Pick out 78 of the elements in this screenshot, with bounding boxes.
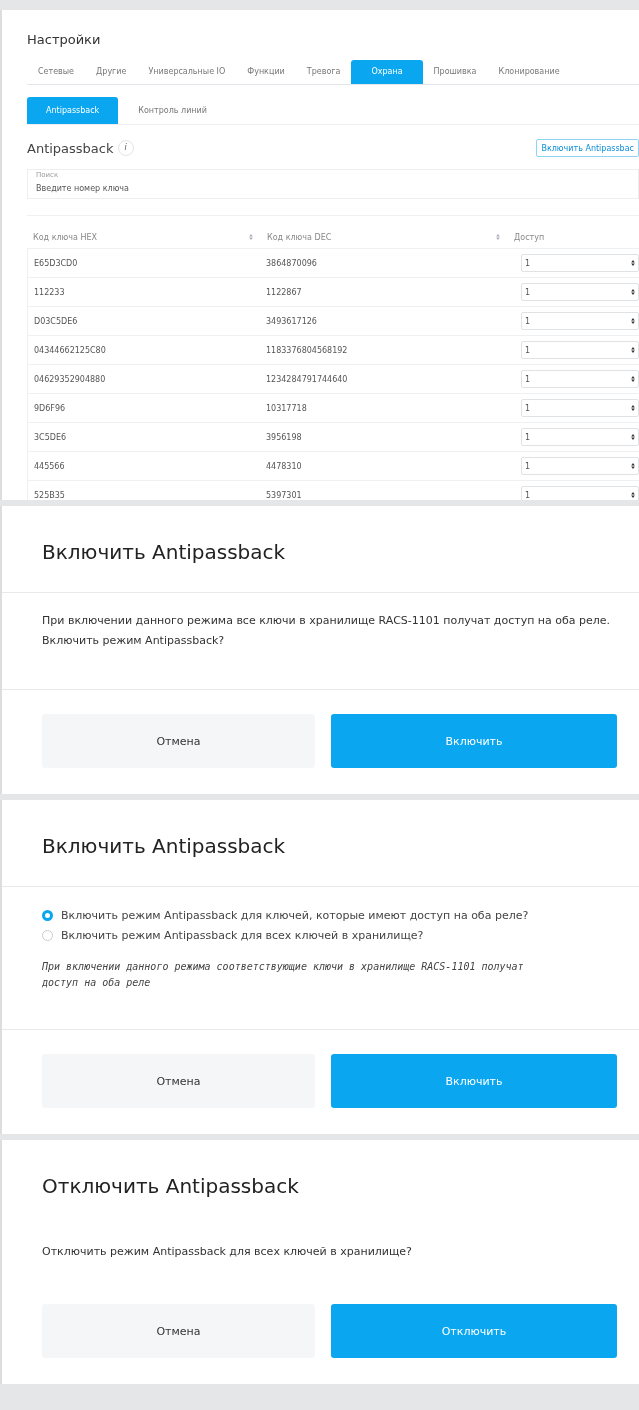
confirm-button[interactable]: Отключить <box>330 1304 617 1358</box>
table-cell-text: 1122867 <box>265 287 303 297</box>
table-cell-text: 3493617126 <box>265 316 318 326</box>
table-cell-text: 04629352904880 <box>33 374 107 384</box>
dropdown-arrows-icon <box>631 289 635 295</box>
table-cell-text: 112233 <box>33 287 66 297</box>
access-dropdown[interactable]: 1 <box>521 283 639 301</box>
dropdown-value: 1 <box>525 490 531 500</box>
dropdown-value: 1 <box>525 432 531 442</box>
page-title: Настройки <box>27 31 102 49</box>
column-header[interactable]: Доступ <box>508 232 639 242</box>
dropdown-arrows-icon <box>631 347 635 353</box>
dropdown-arrows-icon <box>631 318 635 324</box>
dropdown-value: 1 <box>525 374 531 384</box>
dropdown-arrows-icon <box>631 463 635 469</box>
tab[interactable]: Сетевые <box>27 60 86 84</box>
cancel-button[interactable]: Отмена <box>42 714 315 768</box>
dropdown-arrows-icon <box>631 405 635 411</box>
table-cell-text: 04344662125C80 <box>33 345 107 355</box>
note-text: При включении данного режима соответствующие ключи в хранилище RACS-1101 получат доступ на оба реле <box>42 960 525 990</box>
access-dropdown[interactable]: 1 <box>521 486 639 500</box>
table-cell-text: 3864870096 <box>265 258 318 268</box>
confirm-button[interactable]: Включить <box>330 1054 617 1108</box>
subtab[interactable]: Контроль линий <box>118 97 227 124</box>
table-cell-text: 1183376804568192 <box>265 345 349 355</box>
access-dropdown[interactable]: 1 <box>521 370 639 388</box>
access-dropdown[interactable]: 1 <box>521 254 639 272</box>
tab[interactable]: Другие <box>85 60 138 84</box>
dropdown-value: 1 <box>525 345 531 355</box>
option-label: Включить режим Antipassback для всех ключей в хранилище? <box>61 928 424 942</box>
table-cell-text: 445566 <box>33 461 66 471</box>
sort-icon[interactable] <box>496 234 500 240</box>
dropdown-arrows-icon <box>631 260 635 266</box>
access-dropdown[interactable]: 1 <box>521 399 639 417</box>
table-cell-text: 3956198 <box>265 432 303 442</box>
dialog-message: Отключить режим Antipassback для всех ключей в хранилище? <box>42 1244 413 1260</box>
tab[interactable]: Универсальные IO <box>137 60 237 84</box>
dropdown-arrows-icon <box>631 492 635 498</box>
sort-icon[interactable] <box>249 234 253 240</box>
access-dropdown[interactable]: 1 <box>521 312 639 330</box>
access-dropdown[interactable]: 1 <box>521 341 639 359</box>
dropdown-arrows-icon <box>631 376 635 382</box>
dialog-title: Отключить Antipassback <box>42 1173 300 1200</box>
access-dropdown[interactable]: 1 <box>521 428 639 446</box>
dialog-title: Включить Antipassback <box>42 539 287 566</box>
table-cell-text: D03C5DE6 <box>33 316 79 326</box>
dropdown-arrows-icon <box>631 434 635 440</box>
dialog-message: При включении данного режима все ключи в хранилище RACS-1101 получат доступ на оба реле. Включить режим Antipassback? <box>42 613 612 649</box>
dropdown-value: 1 <box>525 461 531 471</box>
column-header[interactable]: Код ключа HEX <box>27 232 261 242</box>
option-label: Включить режим Antipassback для ключей, которые имеют доступ на оба реле? <box>61 908 529 922</box>
table-cell-text: 1234284791744640 <box>265 374 349 384</box>
subtab[interactable]: Antipassback <box>27 97 119 124</box>
table-cell-text: E65D3CD0 <box>33 258 79 268</box>
tab[interactable]: Функции <box>236 60 296 84</box>
table-cell-text: 5397301 <box>265 490 303 500</box>
cancel-button[interactable]: Отмена <box>42 1054 315 1108</box>
tab[interactable]: Клонирование <box>487 60 571 84</box>
dialog-title: Включить Antipassback <box>42 833 287 860</box>
access-dropdown[interactable]: 1 <box>521 457 639 475</box>
tab[interactable]: Прошивка <box>422 60 488 84</box>
table-cell-text: 3C5DE6 <box>33 432 68 442</box>
tab[interactable]: Охрана <box>351 60 423 84</box>
table-cell-text: 4478310 <box>265 461 303 471</box>
table-cell-text: 10317718 <box>265 403 308 413</box>
dropdown-value: 1 <box>525 316 531 326</box>
dropdown-value: 1 <box>525 258 531 268</box>
section-title: Antipassback <box>27 140 114 156</box>
tab[interactable]: Тревога <box>295 60 352 84</box>
enable-button[interactable]: Включить Antipassbac <box>536 139 639 157</box>
cancel-button[interactable]: Отмена <box>42 1304 315 1358</box>
dropdown-value: 1 <box>525 403 531 413</box>
column-header[interactable]: Код ключа DEC <box>261 232 508 242</box>
dropdown-value: 1 <box>525 287 531 297</box>
radio-button[interactable] <box>42 909 53 921</box>
table-cell-text: 9D6F96 <box>33 403 67 413</box>
table-cell-text: 525B35 <box>33 490 66 500</box>
confirm-button[interactable]: Включить <box>330 714 617 768</box>
